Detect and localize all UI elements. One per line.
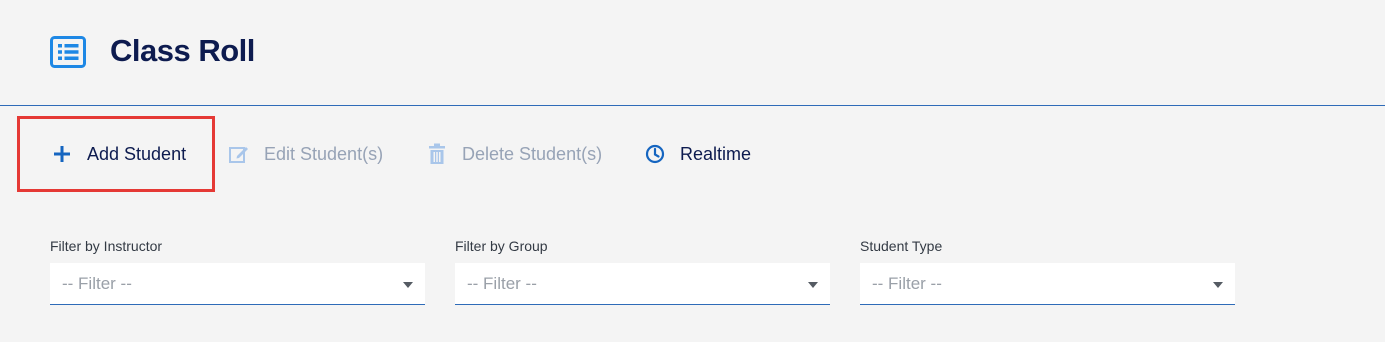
filter-group-select[interactable]: -- Filter -- — [455, 263, 830, 305]
realtime-button[interactable]: Realtime — [644, 117, 751, 191]
filter-group: Filter by Group -- Filter -- — [455, 237, 830, 305]
filter-instructor: Filter by Instructor -- Filter -- — [50, 237, 425, 305]
trash-icon — [426, 143, 448, 165]
filter-group-label: Filter by Group — [455, 238, 548, 254]
filter-instructor-label: Filter by Instructor — [50, 238, 163, 254]
list-icon — [50, 36, 86, 68]
filter-student-type: Student Type -- Filter -- — [860, 237, 1235, 305]
plus-icon — [51, 143, 73, 165]
realtime-label: Realtime — [680, 143, 752, 164]
toolbar: Add Student Edit Student(s) Delete Stude… — [0, 116, 1385, 193]
caret-down-icon — [1213, 282, 1223, 288]
delete-students-button[interactable]: Delete Student(s) — [426, 117, 602, 191]
filter-student-type-label: Student Type — [860, 238, 943, 254]
add-student-button[interactable]: Add Student — [17, 116, 215, 192]
caret-down-icon — [403, 282, 413, 288]
caret-down-icon — [808, 282, 818, 288]
page-title: Class Roll — [110, 33, 255, 68]
delete-students-label: Delete Student(s) — [462, 143, 603, 164]
filter-instructor-select[interactable]: -- Filter -- — [50, 263, 425, 305]
filter-student-type-value: -- Filter -- — [872, 274, 942, 293]
add-student-label: Add Student — [87, 143, 187, 164]
clock-icon — [644, 143, 666, 165]
edit-icon — [228, 143, 250, 165]
filter-student-type-select[interactable]: -- Filter -- — [860, 263, 1235, 305]
edit-students-button[interactable]: Edit Student(s) — [228, 117, 383, 191]
filter-instructor-value: -- Filter -- — [62, 274, 132, 293]
filter-group-value: -- Filter -- — [467, 274, 537, 293]
class-roll-page: Class Roll Add Student Edit Student(s) D… — [0, 0, 1385, 342]
edit-students-label: Edit Student(s) — [264, 143, 384, 164]
page-header: Class Roll — [0, 0, 1385, 106]
